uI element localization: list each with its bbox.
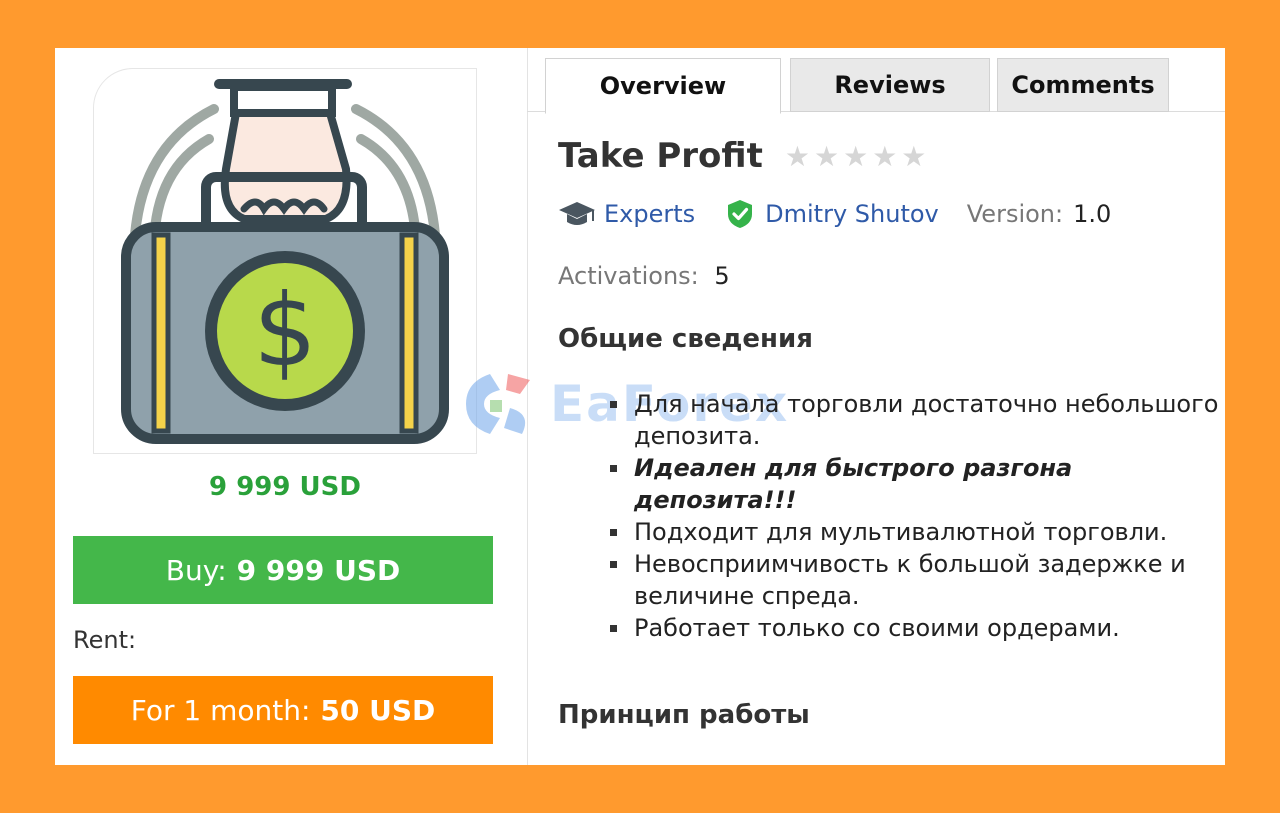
verified-shield-icon [728, 200, 753, 228]
price-label: 9 999 USD [209, 472, 361, 502]
star-icon[interactable]: ★ [814, 140, 839, 173]
version-value: 1.0 [1073, 200, 1112, 228]
tab-bar: Overview Reviews Comments [545, 58, 1225, 114]
list-item: Подходит для мультивалютной торговли. [610, 516, 1220, 548]
activations-label: Activations: [558, 262, 699, 290]
star-icon[interactable]: ★ [901, 140, 926, 173]
tab-overview[interactable]: Overview [545, 58, 781, 114]
product-panel: $ 9 999 USD Buy: 9 999 USD Rent: For 1 m… [55, 48, 1225, 765]
rent-label: Rent: [73, 626, 137, 654]
eaforex-logo-icon [466, 374, 530, 434]
rent-amount: 50 USD [320, 693, 436, 727]
activations-value: 5 [714, 262, 730, 290]
feature-list: Для начала торговли достаточно небольшог… [610, 388, 1220, 644]
svg-text:$: $ [253, 272, 317, 389]
principle-heading: Принцип работы [558, 700, 810, 730]
graduation-cap-icon [559, 202, 595, 225]
list-item: Идеален для быстрого разгона депозита!!! [610, 452, 1220, 516]
tab-comments[interactable]: Comments [997, 58, 1169, 112]
author-link[interactable]: Dmitry Shutov [765, 200, 939, 228]
buy-button[interactable]: Buy: 9 999 USD [73, 536, 493, 604]
meta-row: Experts Dmitry Shutov Version: 1.0 [558, 198, 1111, 230]
activations-row: Activations: 5 [558, 262, 730, 290]
list-item: Для начала торговли достаточно небольшог… [610, 388, 1220, 452]
product-image: $ [93, 68, 477, 454]
rent-prefix: For 1 month: [130, 693, 311, 727]
category-link[interactable]: Experts [604, 200, 695, 228]
briefcase-dollar-hand-icon: $ [121, 79, 449, 444]
buy-amount: 9 999 USD [236, 553, 401, 587]
star-icon[interactable]: ★ [872, 140, 897, 173]
rent-1-month-button[interactable]: For 1 month: 50 USD [73, 676, 493, 744]
general-heading: Общие сведения [558, 324, 813, 354]
list-item: Невосприимчивость к большой задержке и в… [610, 548, 1220, 612]
purchase-column: $ 9 999 USD Buy: 9 999 USD Rent: For 1 m… [55, 48, 528, 765]
version-label: Version: [966, 200, 1064, 228]
rating-stars[interactable]: ★ ★ ★ ★ ★ [785, 140, 927, 173]
title-row: Take Profit ★ ★ ★ ★ ★ [558, 136, 926, 176]
list-item: Работает только со своими ордерами. [610, 612, 1220, 644]
star-icon[interactable]: ★ [785, 140, 810, 173]
buy-prefix: Buy: [165, 553, 227, 587]
tab-reviews[interactable]: Reviews [790, 58, 990, 112]
star-icon[interactable]: ★ [843, 140, 868, 173]
product-title: Take Profit [558, 136, 763, 176]
